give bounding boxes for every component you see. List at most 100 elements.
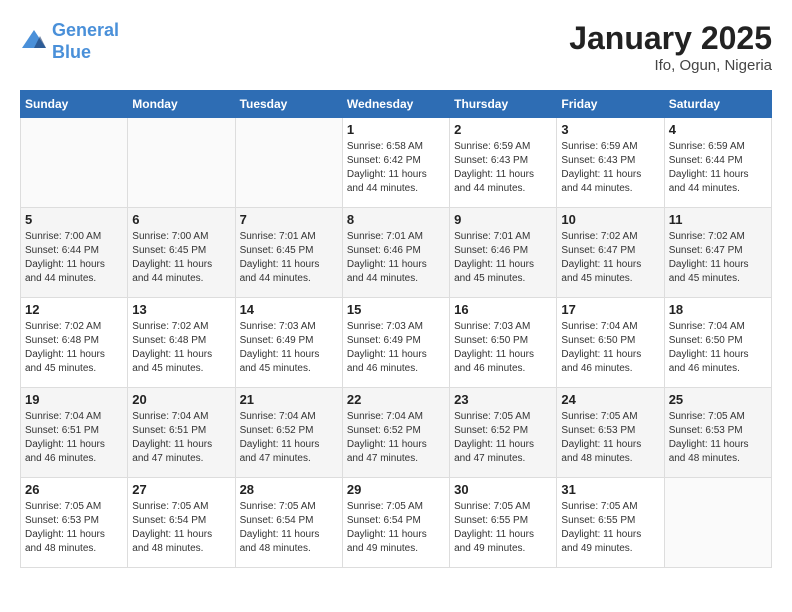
day-number: 31 bbox=[561, 482, 659, 497]
day-info: Sunrise: 7:02 AM Sunset: 6:48 PM Dayligh… bbox=[25, 320, 123, 376]
day-number: 10 bbox=[561, 212, 659, 227]
col-wednesday: Wednesday bbox=[342, 91, 449, 118]
calendar-week-2: 5 Sunrise: 7:00 AM Sunset: 6:44 PM Daylig… bbox=[21, 208, 772, 298]
calendar-cell: 20 Sunrise: 7:04 AM Sunset: 6:51 PM Dayli… bbox=[128, 388, 235, 478]
calendar-cell: 28Sunrise: 7:05 AM Sunset: 6:54 PM Dayli… bbox=[235, 478, 342, 568]
day-number: 22 bbox=[347, 392, 445, 407]
calendar-cell: 17 Sunrise: 7:04 AM Sunset: 6:50 PM Dayli… bbox=[557, 298, 664, 388]
day-info: Sunrise: 6:59 AM Sunset: 6:43 PM Dayligh… bbox=[454, 140, 552, 196]
day-number: 9 bbox=[454, 212, 552, 227]
day-info: Sunrise: 7:04 AM Sunset: 6:50 PM Dayligh… bbox=[561, 320, 659, 376]
calendar-cell: 2 Sunrise: 6:59 AM Sunset: 6:43 PM Daylig… bbox=[450, 118, 557, 208]
header-row: Sunday Monday Tuesday Wednesday Thursday… bbox=[21, 91, 772, 118]
calendar-cell: 27 Sunrise: 7:05 AM Sunset: 6:54 PM Dayli… bbox=[128, 478, 235, 568]
day-number: 16 bbox=[454, 302, 552, 317]
calendar-week-4: 19 Sunrise: 7:04 AM Sunset: 6:51 PM Dayli… bbox=[21, 388, 772, 478]
calendar-cell: 9Sunrise: 7:01 AM Sunset: 6:46 PM Daylig… bbox=[450, 208, 557, 298]
col-sunday: Sunday bbox=[21, 91, 128, 118]
day-number: 19 bbox=[25, 392, 123, 407]
calendar-cell: 18 Sunrise: 7:04 AM Sunset: 6:50 PM Dayli… bbox=[664, 298, 771, 388]
day-info: Sunrise: 7:05 AM Sunset: 6:53 PM Dayligh… bbox=[25, 500, 123, 556]
month-title: January 2025 bbox=[569, 20, 772, 57]
calendar-cell: 5 Sunrise: 7:00 AM Sunset: 6:44 PM Daylig… bbox=[21, 208, 128, 298]
calendar-cell: 30 Sunrise: 7:05 AM Sunset: 6:55 PM Dayli… bbox=[450, 478, 557, 568]
day-info: Sunrise: 7:05 AM Sunset: 6:53 PM Dayligh… bbox=[561, 410, 659, 466]
calendar-cell: 6Sunrise: 7:00 AM Sunset: 6:45 PM Daylig… bbox=[128, 208, 235, 298]
calendar-cell: 10 Sunrise: 7:02 AM Sunset: 6:47 PM Dayli… bbox=[557, 208, 664, 298]
calendar-cell bbox=[664, 478, 771, 568]
day-number: 15 bbox=[347, 302, 445, 317]
day-info: Sunrise: 7:00 AM Sunset: 6:44 PM Dayligh… bbox=[25, 230, 123, 286]
day-info: Sunrise: 6:59 AM Sunset: 6:43 PM Dayligh… bbox=[561, 140, 659, 196]
day-number: 20 bbox=[132, 392, 230, 407]
calendar-cell: 29 Sunrise: 7:05 AM Sunset: 6:54 PM Dayli… bbox=[342, 478, 449, 568]
day-number: 12 bbox=[25, 302, 123, 317]
col-tuesday: Tuesday bbox=[235, 91, 342, 118]
day-info: Sunrise: 7:03 AM Sunset: 6:49 PM Dayligh… bbox=[240, 320, 338, 376]
calendar-cell: 8 Sunrise: 7:01 AM Sunset: 6:46 PM Daylig… bbox=[342, 208, 449, 298]
calendar-cell: 15 Sunrise: 7:03 AM Sunset: 6:49 PM Dayli… bbox=[342, 298, 449, 388]
col-saturday: Saturday bbox=[664, 91, 771, 118]
calendar-cell: 13Sunrise: 7:02 AM Sunset: 6:48 PM Dayli… bbox=[128, 298, 235, 388]
calendar-body: 1 Sunrise: 6:58 AM Sunset: 6:42 PM Daylig… bbox=[21, 118, 772, 568]
day-info: Sunrise: 7:04 AM Sunset: 6:52 PM Dayligh… bbox=[347, 410, 445, 466]
day-number: 4 bbox=[669, 122, 767, 137]
calendar-cell: 1 Sunrise: 6:58 AM Sunset: 6:42 PM Daylig… bbox=[342, 118, 449, 208]
day-number: 17 bbox=[561, 302, 659, 317]
day-info: Sunrise: 7:05 AM Sunset: 6:55 PM Dayligh… bbox=[454, 500, 552, 556]
calendar-cell: 3 Sunrise: 6:59 AM Sunset: 6:43 PM Daylig… bbox=[557, 118, 664, 208]
calendar-cell: 25 Sunrise: 7:05 AM Sunset: 6:53 PM Dayli… bbox=[664, 388, 771, 478]
day-number: 18 bbox=[669, 302, 767, 317]
day-number: 11 bbox=[669, 212, 767, 227]
calendar-week-3: 12 Sunrise: 7:02 AM Sunset: 6:48 PM Dayli… bbox=[21, 298, 772, 388]
col-thursday: Thursday bbox=[450, 91, 557, 118]
calendar-week-1: 1 Sunrise: 6:58 AM Sunset: 6:42 PM Daylig… bbox=[21, 118, 772, 208]
day-info: Sunrise: 6:59 AM Sunset: 6:44 PM Dayligh… bbox=[669, 140, 767, 196]
day-info: Sunrise: 7:05 AM Sunset: 6:54 PM Dayligh… bbox=[132, 500, 230, 556]
day-info: Sunrise: 7:05 AM Sunset: 6:54 PM Dayligh… bbox=[240, 500, 338, 556]
day-number: 8 bbox=[347, 212, 445, 227]
day-number: 14 bbox=[240, 302, 338, 317]
calendar-cell bbox=[21, 118, 128, 208]
day-info: Sunrise: 7:00 AM Sunset: 6:45 PM Dayligh… bbox=[132, 230, 230, 286]
day-info: Sunrise: 7:01 AM Sunset: 6:46 PM Dayligh… bbox=[347, 230, 445, 286]
day-info: Sunrise: 7:02 AM Sunset: 6:48 PM Dayligh… bbox=[132, 320, 230, 376]
day-info: Sunrise: 7:05 AM Sunset: 6:55 PM Dayligh… bbox=[561, 500, 659, 556]
calendar-cell bbox=[235, 118, 342, 208]
day-info: Sunrise: 7:05 AM Sunset: 6:52 PM Dayligh… bbox=[454, 410, 552, 466]
header: General Blue January 2025 Ifo, Ogun, Nig… bbox=[20, 20, 772, 74]
day-number: 29 bbox=[347, 482, 445, 497]
day-info: Sunrise: 7:03 AM Sunset: 6:49 PM Dayligh… bbox=[347, 320, 445, 376]
day-info: Sunrise: 7:05 AM Sunset: 6:53 PM Dayligh… bbox=[669, 410, 767, 466]
col-friday: Friday bbox=[557, 91, 664, 118]
col-monday: Monday bbox=[128, 91, 235, 118]
logo-text: General Blue bbox=[52, 20, 119, 63]
day-info: Sunrise: 7:04 AM Sunset: 6:52 PM Dayligh… bbox=[240, 410, 338, 466]
calendar-week-5: 26Sunrise: 7:05 AM Sunset: 6:53 PM Dayli… bbox=[21, 478, 772, 568]
logo-icon bbox=[20, 28, 48, 56]
day-number: 27 bbox=[132, 482, 230, 497]
day-info: Sunrise: 7:01 AM Sunset: 6:45 PM Dayligh… bbox=[240, 230, 338, 286]
day-number: 30 bbox=[454, 482, 552, 497]
calendar-cell: 31 Sunrise: 7:05 AM Sunset: 6:55 PM Dayli… bbox=[557, 478, 664, 568]
calendar-cell: 19 Sunrise: 7:04 AM Sunset: 6:51 PM Dayli… bbox=[21, 388, 128, 478]
calendar-cell: 24Sunrise: 7:05 AM Sunset: 6:53 PM Dayli… bbox=[557, 388, 664, 478]
day-info: Sunrise: 6:58 AM Sunset: 6:42 PM Dayligh… bbox=[347, 140, 445, 196]
day-number: 5 bbox=[25, 212, 123, 227]
day-info: Sunrise: 7:04 AM Sunset: 6:51 PM Dayligh… bbox=[132, 410, 230, 466]
day-number: 1 bbox=[347, 122, 445, 137]
day-number: 3 bbox=[561, 122, 659, 137]
day-info: Sunrise: 7:05 AM Sunset: 6:54 PM Dayligh… bbox=[347, 500, 445, 556]
calendar-cell: 12 Sunrise: 7:02 AM Sunset: 6:48 PM Dayli… bbox=[21, 298, 128, 388]
day-info: Sunrise: 7:04 AM Sunset: 6:50 PM Dayligh… bbox=[669, 320, 767, 376]
calendar-cell: 14 Sunrise: 7:03 AM Sunset: 6:49 PM Dayli… bbox=[235, 298, 342, 388]
day-number: 2 bbox=[454, 122, 552, 137]
calendar-cell: 26Sunrise: 7:05 AM Sunset: 6:53 PM Dayli… bbox=[21, 478, 128, 568]
day-info: Sunrise: 7:04 AM Sunset: 6:51 PM Dayligh… bbox=[25, 410, 123, 466]
calendar-cell: 4 Sunrise: 6:59 AM Sunset: 6:44 PM Daylig… bbox=[664, 118, 771, 208]
day-number: 25 bbox=[669, 392, 767, 407]
day-number: 23 bbox=[454, 392, 552, 407]
calendar-cell: 7Sunrise: 7:01 AM Sunset: 6:45 PM Daylig… bbox=[235, 208, 342, 298]
day-info: Sunrise: 7:03 AM Sunset: 6:50 PM Dayligh… bbox=[454, 320, 552, 376]
day-info: Sunrise: 7:02 AM Sunset: 6:47 PM Dayligh… bbox=[561, 230, 659, 286]
